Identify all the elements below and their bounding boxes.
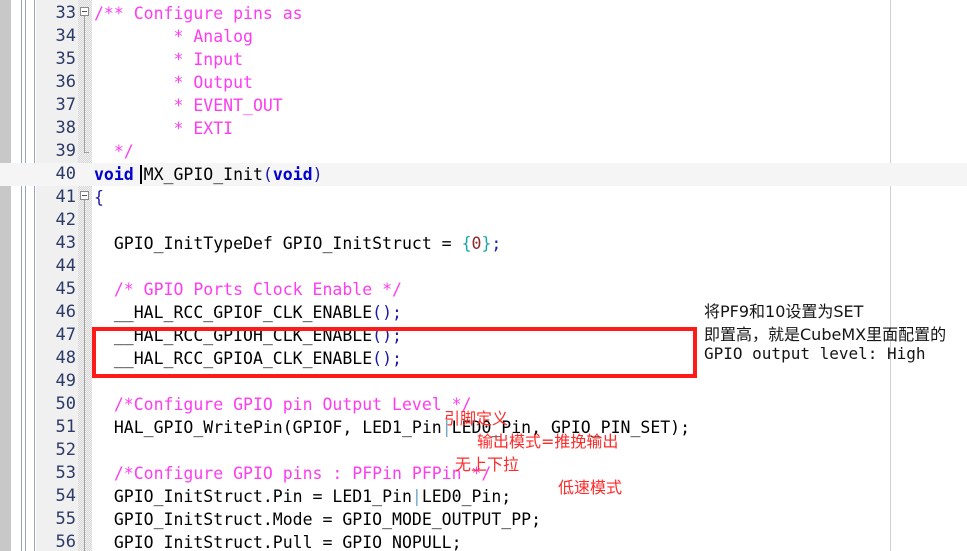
function-call: HAL_GPIO_WritePin bbox=[94, 418, 283, 437]
text-cursor bbox=[140, 165, 142, 184]
line-number: 56 bbox=[55, 532, 76, 551]
code-text: GPIO_InitStruct.Pull = GPIO_NOPULL; bbox=[94, 533, 462, 551]
code-text: * Analog bbox=[94, 27, 253, 46]
annotation-set-note-line3: GPIO output level: High bbox=[704, 344, 926, 363]
macro-call: __HAL_RCC_GPIOA_CLK_ENABLE bbox=[94, 349, 373, 368]
line-number: 35 bbox=[55, 49, 76, 69]
call-tail: (); bbox=[372, 349, 402, 368]
line-number: 42 bbox=[55, 210, 76, 230]
function-name: MX_GPIO_Init bbox=[133, 165, 263, 184]
annotation-set-note-line2: 即置高，就是CubeMX里面配置的 bbox=[704, 325, 947, 344]
line-number: 38 bbox=[55, 118, 76, 138]
code-text: * Input bbox=[94, 50, 244, 69]
macro-call: __HAL_RCC_GPIOF_CLK_ENABLE bbox=[94, 303, 373, 322]
line-number: 50 bbox=[55, 394, 76, 414]
annotation-low-speed: 低速模式 bbox=[558, 478, 623, 497]
line-number: 46 bbox=[55, 302, 76, 322]
code-line-40[interactable]: 40 void MX_GPIO_Init(void) bbox=[0, 163, 967, 186]
code-line-38[interactable]: 38 * EXTI bbox=[0, 117, 967, 140]
code-text: */ bbox=[94, 142, 134, 161]
code-line-39[interactable]: 39 */ bbox=[0, 140, 967, 163]
fold-guide-line bbox=[84, 200, 85, 551]
code-line-41[interactable]: 41 { bbox=[0, 186, 967, 209]
brace-close: } bbox=[481, 234, 492, 253]
code-text: GPIO_InitStruct.Pin = LED1_Pin|LED0_Pin; bbox=[94, 485, 511, 508]
code-text: /*Configure GPIO pin Output Level */ bbox=[94, 395, 472, 414]
line-number: 37 bbox=[55, 95, 76, 115]
line-number: 49 bbox=[55, 371, 76, 391]
macro-call: __HAL_RCC_GPIOH_CLK_ENABLE bbox=[94, 326, 373, 345]
semicolon: ; bbox=[491, 234, 502, 253]
code-line-54[interactable]: 54 GPIO_InitStruct.Pin = LED1_Pin|LED0_P… bbox=[0, 485, 967, 508]
line-number: 41 bbox=[55, 187, 76, 207]
line-number: 52 bbox=[55, 440, 76, 460]
code-text: GPIO_InitTypeDef GPIO_InitStruct = {0}; bbox=[94, 232, 501, 255]
code-line-42[interactable]: 42 bbox=[0, 209, 967, 232]
paren-close: ) bbox=[312, 165, 323, 184]
line-number: 48 bbox=[55, 348, 76, 368]
keyword-void-param: void bbox=[272, 165, 313, 184]
line-number: 45 bbox=[55, 279, 76, 299]
line-number: 33 bbox=[55, 3, 76, 23]
fold-guide-end bbox=[84, 152, 89, 153]
code-text: * EXTI bbox=[94, 119, 234, 138]
line-number: 44 bbox=[55, 256, 76, 276]
code-line-37[interactable]: 37 * EVENT_OUT bbox=[0, 94, 967, 117]
annotation-pin-definition: 引脚定义 bbox=[444, 409, 509, 428]
call-tail: (); bbox=[372, 303, 402, 322]
line-number: 39 bbox=[55, 141, 76, 161]
line-number: 40 bbox=[55, 164, 76, 184]
fold-guide-line bbox=[84, 16, 85, 152]
line-number: 55 bbox=[55, 509, 76, 529]
call-tail: (); bbox=[372, 326, 402, 345]
line-number: 47 bbox=[55, 325, 76, 345]
keyword-void: void bbox=[94, 165, 134, 184]
annotation-set-note-line1: 将PF9和10设置为SET bbox=[704, 302, 864, 321]
fold-toggle-icon[interactable] bbox=[80, 191, 89, 200]
annotation-output-mode: 输出模式=推挽输出 bbox=[477, 432, 619, 451]
assignment-2: LED0_Pin; bbox=[421, 487, 512, 506]
code-text: void MX_GPIO_Init(void) bbox=[94, 163, 323, 186]
line-number: 36 bbox=[55, 72, 76, 92]
line-number: 53 bbox=[55, 463, 76, 483]
fold-column-current-line bbox=[78, 163, 92, 186]
code-text: { bbox=[94, 188, 104, 207]
line-number: 51 bbox=[55, 417, 76, 437]
assignment-1: GPIO_InitStruct.Pin = LED1_Pin bbox=[94, 487, 412, 506]
code-line-43[interactable]: 43 GPIO_InitTypeDef GPIO_InitStruct = {0… bbox=[0, 232, 967, 255]
code-text: __HAL_RCC_GPIOA_CLK_ENABLE(); bbox=[94, 347, 402, 370]
code-text: /*Configure GPIO pins : PFPin PFPin */ bbox=[94, 464, 492, 483]
code-text: __HAL_RCC_GPIOH_CLK_ENABLE(); bbox=[94, 324, 402, 347]
line-number: 54 bbox=[55, 486, 76, 506]
code-line-33[interactable]: 33 /** Configure pins as bbox=[0, 2, 967, 25]
code-text: __HAL_RCC_GPIOF_CLK_ENABLE(); bbox=[94, 301, 402, 324]
code-text: /* GPIO Ports Clock Enable */ bbox=[94, 280, 402, 299]
code-text: * Output bbox=[94, 73, 253, 92]
annotation-no-pull: 无上下拉 bbox=[455, 455, 520, 474]
numeric-literal: 0 bbox=[471, 234, 482, 253]
declaration: GPIO_InitTypeDef GPIO_InitStruct = bbox=[94, 234, 462, 253]
code-text: * EVENT_OUT bbox=[94, 96, 283, 115]
code-line-44[interactable]: 44 bbox=[0, 255, 967, 278]
code-line-49[interactable]: 49 bbox=[0, 370, 967, 393]
line-number: 34 bbox=[55, 26, 76, 46]
brace-open: { bbox=[461, 234, 472, 253]
code-line-36[interactable]: 36 * Output bbox=[0, 71, 967, 94]
code-line-34[interactable]: 34 * Analog bbox=[0, 25, 967, 48]
fold-toggle-icon[interactable] bbox=[80, 7, 89, 16]
code-editor[interactable]: 32 33 /** Configure pins as 34 * Analog … bbox=[0, 0, 967, 551]
line-number: 43 bbox=[55, 233, 76, 253]
code-line-35[interactable]: 35 * Input bbox=[0, 48, 967, 71]
code-line-56[interactable]: 56 GPIO_InitStruct.Pull = GPIO_NOPULL; bbox=[0, 531, 967, 551]
bitwise-or: | bbox=[411, 487, 422, 506]
call-args-1: (GPIOF, LED1_Pin bbox=[282, 418, 442, 437]
code-text: /** Configure pins as bbox=[94, 4, 303, 23]
paren-open: ( bbox=[262, 165, 273, 184]
code-text: GPIO_InitStruct.Mode = GPIO_MODE_OUTPUT_… bbox=[94, 510, 542, 529]
code-line-55[interactable]: 55 GPIO_InitStruct.Mode = GPIO_MODE_OUTP… bbox=[0, 508, 967, 531]
